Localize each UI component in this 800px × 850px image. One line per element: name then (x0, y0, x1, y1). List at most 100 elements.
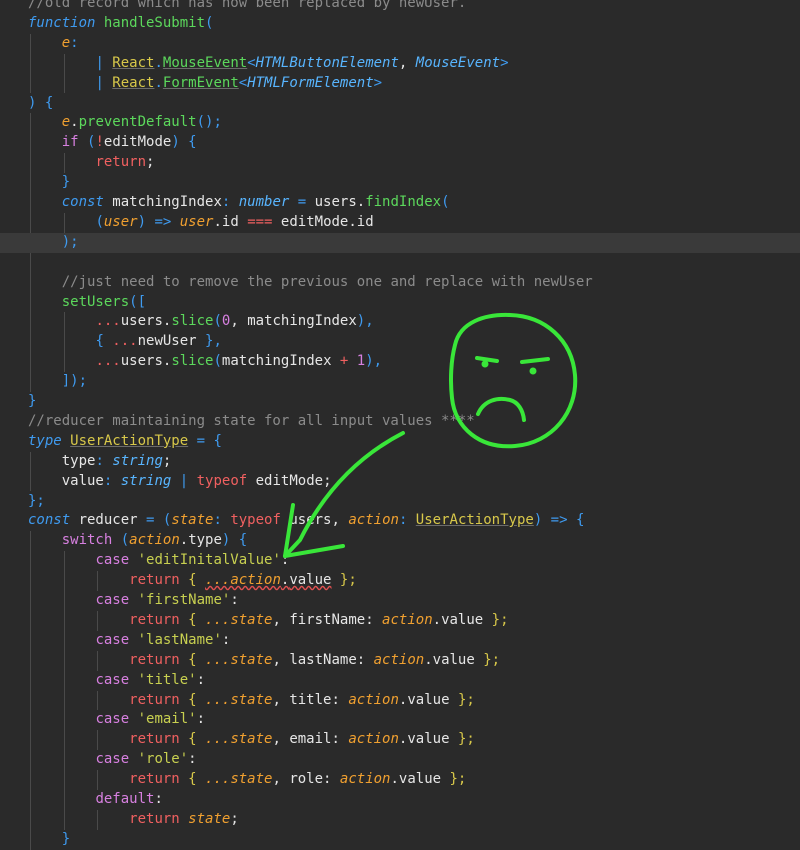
code-line[interactable]: switch (action.type) { (0, 531, 800, 551)
code-token: + (331, 353, 357, 370)
code-line[interactable]: function handleSubmit( (0, 14, 800, 34)
code-line[interactable]: case 'role': (0, 750, 800, 770)
code-token: 'email' (137, 711, 197, 728)
code-token: . (154, 74, 163, 91)
code-token: e (61, 34, 71, 51)
code-token: HTMLFormElement (247, 74, 374, 91)
code-token: switch (61, 532, 121, 549)
code-line[interactable]: return; (0, 153, 800, 173)
code-token: slice (171, 313, 214, 330)
code-token: ...state (205, 731, 273, 748)
code-token: const (28, 512, 79, 529)
code-token: return (129, 731, 189, 748)
code-token: default (95, 791, 155, 807)
code-line[interactable]: case 'lastName': (0, 631, 800, 651)
code-token: : (70, 34, 79, 51)
code-token: users (120, 353, 163, 370)
code-token: matchingIndex (112, 194, 222, 210)
code-line[interactable]: const matchingIndex: number = users.find… (0, 193, 800, 213)
code-token: ( (441, 194, 450, 210)
code-line[interactable]: const reducer = (state: typeof users, ac… (0, 511, 800, 531)
code-token: , (272, 651, 290, 668)
code-line[interactable]: setUsers([ (0, 293, 800, 313)
code-line[interactable]: } (0, 392, 800, 412)
code-token: action (348, 691, 399, 708)
code-line[interactable]: }; (0, 492, 800, 512)
code-line[interactable]: type: string; (0, 452, 800, 472)
code-token: id (221, 213, 239, 230)
code-line[interactable]: | React.MouseEvent<HTMLButtonElement, Mo… (0, 54, 800, 74)
code-token: ( (120, 532, 130, 549)
code-line[interactable]: case 'email': (0, 710, 800, 730)
code-token: ( (213, 353, 222, 370)
code-line[interactable]: ); (0, 232, 800, 253)
code-line[interactable]: return state; (0, 810, 800, 830)
code-token: }; (28, 492, 45, 509)
code-line[interactable]: case 'firstName': (0, 591, 800, 611)
code-line[interactable]: (user) => user.id === editMode.id (0, 213, 800, 233)
code-line[interactable]: ...users.slice(0, matchingIndex), (0, 312, 800, 332)
code-line[interactable]: return { ...state, lastName: action.valu… (0, 651, 800, 671)
code-line[interactable]: if (!editMode) { (0, 133, 800, 153)
code-line[interactable]: return { ...state, firstName: action.val… (0, 611, 800, 631)
code-token: }; (449, 731, 475, 748)
code-line[interactable]: //old record which has now been replaced… (0, 0, 800, 14)
code-token: : (221, 194, 239, 210)
code-line[interactable]: return { ...state, email: action.value }… (0, 730, 800, 750)
code-line[interactable]: //reducer maintaining state for all inpu… (0, 412, 800, 432)
code-token: typeof (230, 512, 290, 529)
code-token: ... (95, 353, 121, 370)
code-line[interactable] (0, 253, 800, 273)
code-token: ), (356, 313, 374, 330)
code-token: . (424, 651, 433, 668)
code-line[interactable]: ]); (0, 372, 800, 392)
code-token: 'editInitalValue' (137, 552, 281, 569)
code-line[interactable]: return { ...state, title: action.value }… (0, 691, 800, 711)
code-line[interactable]: } (0, 173, 800, 193)
code-token: ; (146, 154, 155, 171)
code-line[interactable]: ...users.slice(matchingIndex + 1), (0, 352, 800, 372)
code-line[interactable]: return { ...action.value }; (0, 571, 800, 591)
code-line[interactable]: e.preventDefault(); (0, 113, 800, 133)
code-token: users (314, 194, 357, 210)
code-token: action (129, 532, 180, 549)
code-line[interactable]: | React.FormEvent<HTMLFormElement> (0, 74, 800, 94)
code-token: return (129, 651, 189, 668)
code-token: ! (95, 134, 104, 151)
code-line[interactable]: value: string | typeof editMode; (0, 472, 800, 492)
code-line[interactable]: return { ...state, role: action.value }; (0, 770, 800, 790)
code-line[interactable]: case 'editInitalValue': (0, 551, 800, 571)
code-token: ... (95, 313, 121, 330)
code-token: users (289, 512, 332, 529)
code-line[interactable]: e: (0, 34, 800, 54)
code-token: . (432, 611, 442, 628)
code-editor[interactable]: //old record which has now been replaced… (0, 0, 800, 850)
code-line[interactable]: type UserActionType = { (0, 432, 800, 452)
code-line[interactable]: { ...newUser }, (0, 332, 800, 352)
code-token: | (95, 74, 113, 91)
code-token: 'role' (137, 751, 189, 768)
code-line[interactable]: //just need to remove the previous one a… (0, 273, 800, 293)
code-token: MouseEvent (162, 54, 248, 71)
code-line[interactable]: case 'title': (0, 671, 800, 691)
code-token: 1 (356, 353, 366, 370)
code-token: ...state (205, 771, 273, 788)
code-token: : (196, 711, 206, 728)
code-line[interactable]: default: (0, 790, 800, 810)
code-line[interactable]: } (0, 830, 800, 850)
code-token: value (432, 651, 475, 668)
code-token: case (95, 671, 138, 688)
code-token: if (61, 134, 88, 151)
code-line[interactable]: ) { (0, 94, 800, 114)
code-token: string (112, 452, 163, 469)
code-token: return (129, 572, 189, 589)
